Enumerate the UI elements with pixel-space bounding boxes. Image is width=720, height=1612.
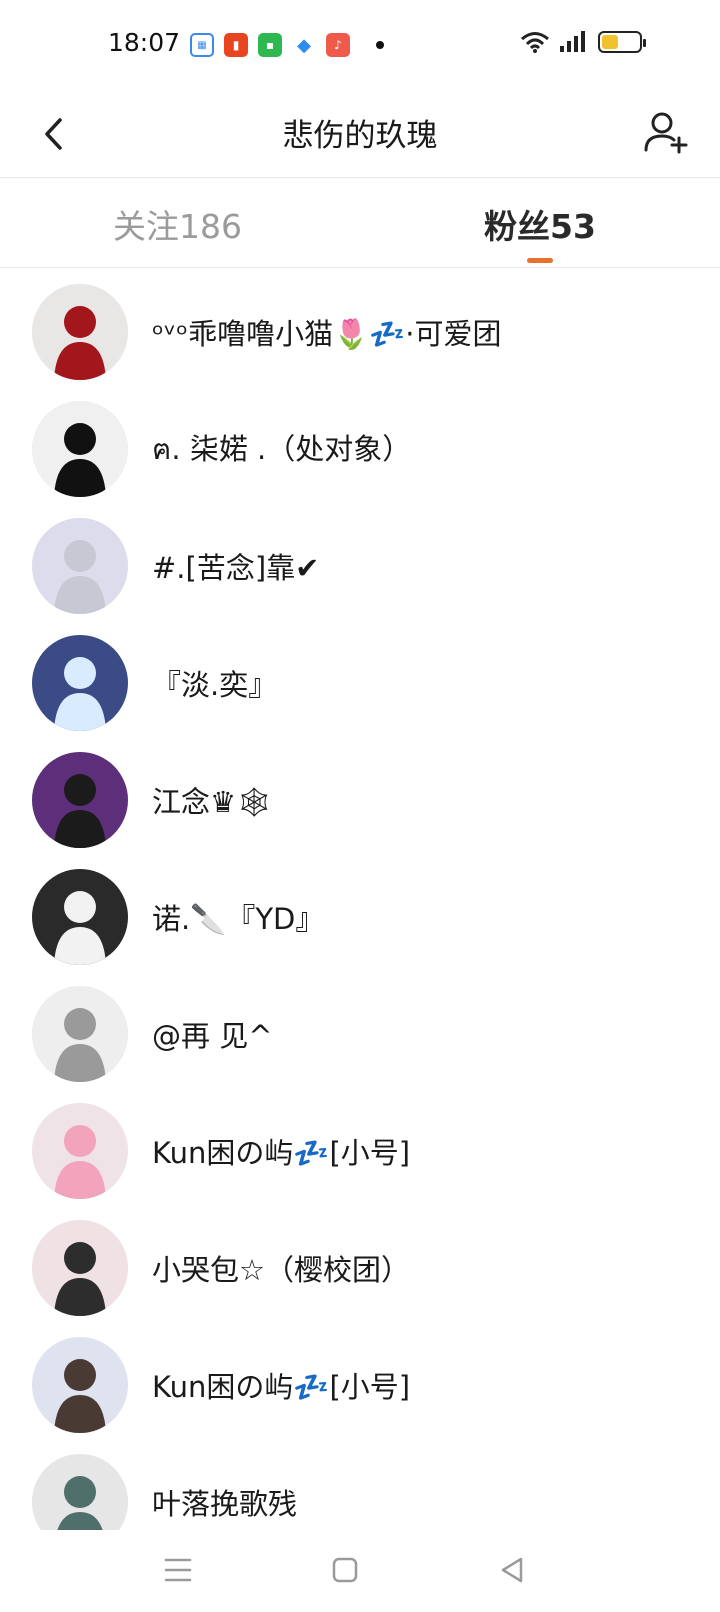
tab-following[interactable]: 关注186	[113, 200, 242, 248]
follower-name[interactable]: Kun困の屿💤[小号]	[152, 1364, 410, 1406]
home-button[interactable]	[325, 1550, 365, 1590]
status-time: 18:07	[108, 28, 181, 57]
follower-name[interactable]: 诺.🔪『YD』	[152, 896, 324, 938]
list-item[interactable]: #.[苦念]靠✔	[0, 506, 720, 626]
add-friend-button[interactable]	[638, 104, 694, 160]
music-icon: ♪	[326, 33, 350, 57]
listen-icon: ▮	[224, 33, 248, 57]
wifi-icon	[521, 32, 549, 53]
follower-name[interactable]: 『淡.奕』	[152, 662, 277, 704]
avatar-image	[32, 986, 128, 1082]
avatar[interactable]	[32, 869, 128, 965]
list-item[interactable]: 小哭包☆（樱校团）	[0, 1208, 720, 1328]
list-item[interactable]: Kun困の屿💤[小号]	[0, 1325, 720, 1445]
avatar-image	[32, 401, 128, 497]
follower-name[interactable]: ᵒᵛᵒ乖噜噜小猫🌷💤·可爱团	[152, 311, 502, 353]
avatar[interactable]	[32, 518, 128, 614]
page-header: 悲伤的玖瑰	[0, 90, 720, 178]
list-item[interactable]: 叶落挽歌残	[0, 1442, 720, 1530]
system-icons	[520, 30, 646, 54]
menu-icon	[164, 1558, 192, 1582]
back-nav-button[interactable]	[492, 1550, 532, 1590]
avatar-image	[32, 518, 128, 614]
follow-tabs: 关注186 粉丝53	[0, 178, 720, 268]
follower-name[interactable]: @再 见^	[152, 1013, 273, 1055]
page-title: 悲伤的玖瑰	[282, 118, 438, 154]
add-user-icon	[644, 112, 688, 154]
follower-name[interactable]: Kun困の屿💤[小号]	[152, 1130, 410, 1172]
tab-followers[interactable]: 粉丝53	[484, 200, 596, 248]
avatar[interactable]	[32, 284, 128, 380]
avatar[interactable]	[32, 635, 128, 731]
notification-icons: ▦ ▮ ▪ ◆ ♪	[190, 33, 384, 57]
avatar[interactable]	[32, 401, 128, 497]
avatar-image	[32, 1337, 128, 1433]
system-nav-bar	[0, 1530, 720, 1612]
avatar-image	[32, 284, 128, 380]
back-triangle-icon	[501, 1557, 523, 1583]
app-store-icon: ▪	[258, 33, 282, 57]
list-item[interactable]: 诺.🔪『YD』	[0, 857, 720, 977]
battery-icon	[598, 31, 646, 53]
avatar-image	[32, 752, 128, 848]
home-icon	[332, 1557, 358, 1583]
followers-list[interactable]: ᵒᵛᵒ乖噜噜小猫🌷💤·可爱团 ฅ. 柒婼 .（处对象） #.[苦念]靠✔ 『淡.奕』江…	[0, 268, 720, 1530]
avatar[interactable]	[32, 1103, 128, 1199]
avatar[interactable]	[32, 1337, 128, 1433]
list-item[interactable]: ᵒᵛᵒ乖噜噜小猫🌷💤·可爱团	[0, 272, 720, 392]
avatar-image	[32, 1103, 128, 1199]
avatar-image	[32, 869, 128, 965]
avatar[interactable]	[32, 752, 128, 848]
more-notifications-dot	[376, 41, 384, 49]
avatar-image	[32, 1220, 128, 1316]
follower-name[interactable]: #.[苦念]靠✔	[152, 545, 319, 587]
avatar-image	[32, 635, 128, 731]
calendar-icon: ▦	[190, 33, 214, 57]
signal-icon	[560, 31, 585, 52]
avatar[interactable]	[32, 1454, 128, 1530]
list-item[interactable]: 『淡.奕』	[0, 623, 720, 743]
avatar-image	[32, 1454, 128, 1530]
active-tab-indicator	[527, 258, 553, 263]
list-item[interactable]: 江念♛🕸	[0, 740, 720, 860]
follower-name[interactable]: ฅ. 柒婼 .（处对象）	[152, 426, 411, 472]
follower-name[interactable]: 小哭包☆（樱校团）	[152, 1247, 410, 1289]
avatar[interactable]	[32, 1220, 128, 1316]
recent-apps-button[interactable]	[158, 1550, 198, 1590]
avatar[interactable]	[32, 986, 128, 1082]
follower-name[interactable]: 叶落挽歌残	[152, 1481, 297, 1523]
list-item[interactable]: @再 见^	[0, 974, 720, 1094]
list-item[interactable]: ฅ. 柒婼 .（处对象）	[0, 389, 720, 509]
feather-icon: ◆	[292, 33, 316, 57]
follower-name[interactable]: 江念♛🕸	[152, 779, 273, 821]
status-bar: 18:07 ▦ ▮ ▪ ◆ ♪	[0, 0, 720, 90]
list-item[interactable]: Kun困の屿💤[小号]	[0, 1091, 720, 1211]
